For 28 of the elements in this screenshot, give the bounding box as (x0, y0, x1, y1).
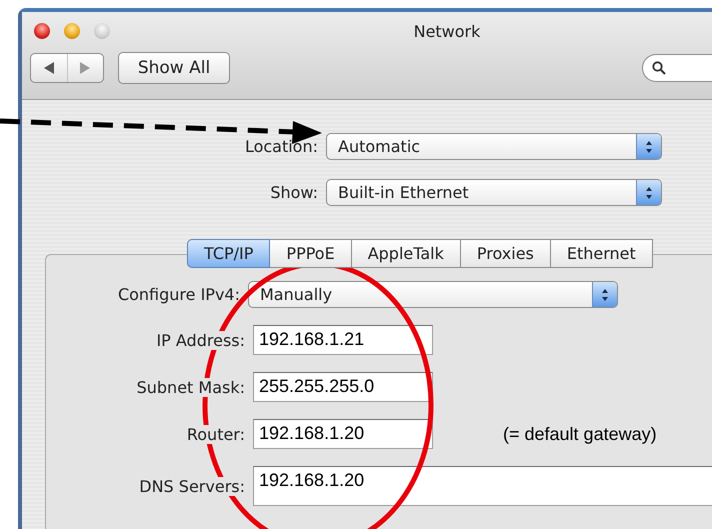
field-label: Subnet Mask: (134, 378, 245, 396)
configure-label: Configure IPv4: (116, 285, 240, 304)
tab[interactable]: AppleTalk (352, 239, 461, 268)
search-icon (652, 61, 666, 75)
window-title: Network (414, 22, 480, 41)
location-popup[interactable]: Automatic (326, 133, 662, 160)
configure-popup[interactable]: Manually (248, 281, 618, 308)
text-field[interactable]: 255.255.255.0 (253, 372, 433, 402)
stepper-icon (636, 134, 661, 159)
text-field[interactable]: 192.168.1.20 (253, 419, 433, 449)
tab[interactable]: Proxies (460, 239, 551, 268)
back-forward-control[interactable] (30, 53, 104, 83)
tab[interactable]: Ethernet (550, 239, 653, 268)
text-field[interactable]: 192.168.1.20 (253, 466, 712, 506)
show-popup[interactable]: Built-in Ethernet (326, 179, 662, 206)
stepper-icon (636, 180, 661, 205)
back-icon[interactable] (44, 62, 54, 74)
stepper-icon (592, 282, 617, 307)
forward-icon[interactable] (80, 62, 90, 74)
search-field[interactable] (642, 54, 712, 82)
show-all-button[interactable]: Show All (118, 52, 230, 84)
tab[interactable]: PPPoE (270, 239, 352, 268)
show-label: Show: (269, 183, 318, 202)
text-field[interactable]: 192.168.1.21 (253, 325, 433, 355)
tab[interactable]: TCP/IP (187, 239, 270, 268)
location-label: Location: (244, 137, 318, 156)
annotation-note: (= default gateway) (503, 424, 658, 444)
close-button[interactable] (34, 23, 50, 39)
